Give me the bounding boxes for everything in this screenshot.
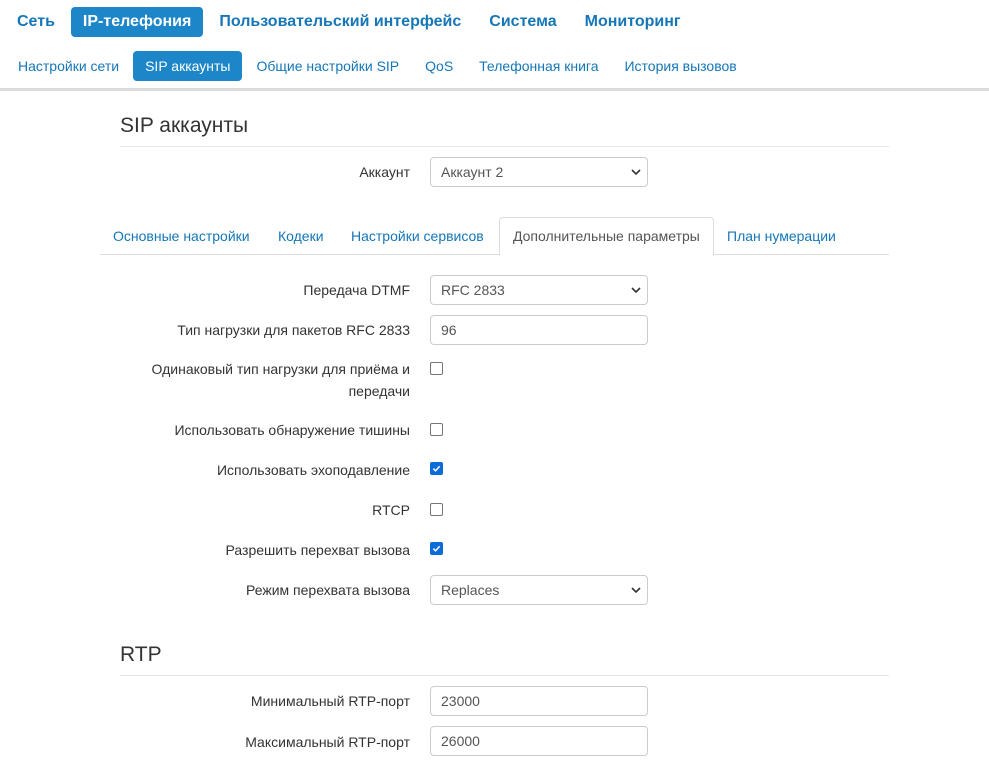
max-rtp-port-label: Максимальный RTP-порт [245,734,410,750]
payload-type-input[interactable]: 96 [430,315,648,345]
silence-detection-checkbox[interactable] [430,423,443,436]
subnav-call-history[interactable]: История вызовов [612,51,748,81]
silence-detection-label: Использовать обнаружение тишины [174,422,410,438]
checkmark-icon [432,545,441,552]
dtmf-select-value: RFC 2833 [441,282,505,298]
same-payload-label-line2: передачи [348,383,410,399]
subnav-qos[interactable]: QoS [413,51,465,81]
echo-cancel-label: Использовать эхоподавление [216,462,410,478]
pickup-mode-select[interactable]: Replaces [430,575,648,605]
subnav-general-sip[interactable]: Общие настройки SIP [244,51,411,81]
payload-type-value: 96 [441,322,457,338]
tab-additional-params[interactable]: Дополнительные параметры [499,217,714,256]
payload-type-label: Тип нагрузки для пакетов RFC 2833 [177,322,410,338]
page-title: SIP аккаунты [120,114,249,137]
chevron-down-icon [631,587,641,594]
dtmf-label: Передача DTMF [303,282,410,298]
max-rtp-port-value: 26000 [441,733,480,749]
topnav-user-interface[interactable]: Пользовательский интерфейс [207,7,473,37]
tab-dial-plan[interactable]: План нумерации [714,217,849,254]
dtmf-select[interactable]: RFC 2833 [430,275,648,305]
min-rtp-port-label: Минимальный RTP-порт [250,693,410,709]
chevron-down-icon [631,287,641,294]
title-divider [120,146,889,147]
same-payload-label-line1: Одинаковый тип нагрузки для приёма и [151,361,410,377]
pickup-mode-label: Режим перехвата вызова [246,582,410,598]
max-rtp-port-input[interactable]: 26000 [430,726,648,756]
account-label: Аккаунт [359,164,410,180]
rtcp-label: RTCP [372,502,410,518]
nav-divider [0,88,989,91]
tab-basic-settings[interactable]: Основные настройки [100,217,263,254]
checkmark-icon [432,465,441,472]
topnav-system[interactable]: Система [477,7,568,37]
echo-cancel-checkbox[interactable] [430,462,443,475]
topnav-monitoring[interactable]: Мониторинг [573,7,693,37]
rtcp-checkbox[interactable] [430,503,443,516]
rtp-section-title: RTP [120,643,162,666]
topnav-ip-telephony[interactable]: IP-телефония [70,7,204,37]
top-nav: Сеть IP-телефония Пользовательский интер… [0,6,697,38]
call-pickup-checkbox[interactable] [430,542,443,555]
subnav-network-settings[interactable]: Настройки сети [6,51,131,81]
min-rtp-port-input[interactable]: 23000 [430,686,648,716]
subnav-phonebook[interactable]: Телефонная книга [467,51,610,81]
rtp-divider [120,675,889,676]
tabs-divider [100,254,889,255]
tab-codecs[interactable]: Кодеки [265,217,337,254]
account-select[interactable]: Аккаунт 2 [430,157,648,187]
chevron-down-icon [631,169,641,176]
subnav-sip-accounts[interactable]: SIP аккаунты [133,51,243,81]
topnav-network[interactable]: Сеть [5,7,67,37]
same-payload-label: Одинаковый тип нагрузки для приёма и пер… [152,358,410,402]
account-select-value: Аккаунт 2 [441,164,504,180]
settings-tabs: Основные настройки Кодеки Настройки серв… [100,217,889,256]
call-pickup-label: Разрешить перехват вызова [225,542,410,558]
sub-nav: Настройки сети SIP аккаунты Общие настро… [0,51,751,81]
tab-service-settings[interactable]: Настройки сервисов [338,217,497,254]
pickup-mode-value: Replaces [441,582,500,598]
same-payload-checkbox[interactable] [430,362,443,375]
min-rtp-port-value: 23000 [441,693,480,709]
